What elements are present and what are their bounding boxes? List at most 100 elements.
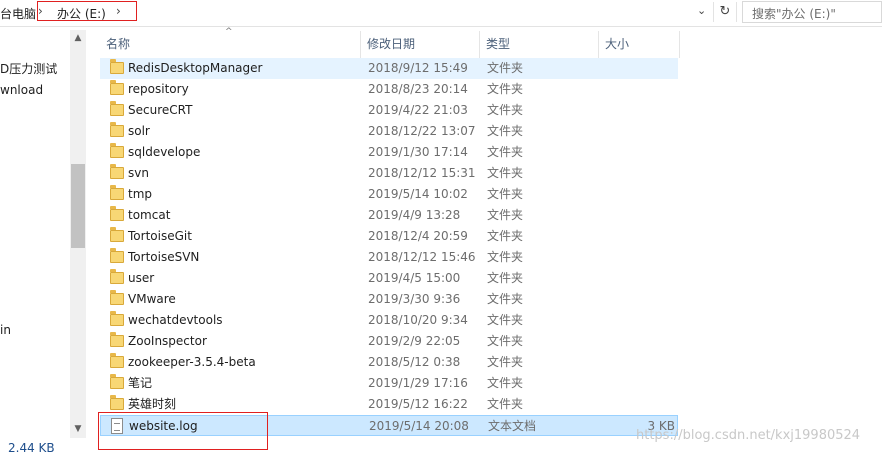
file-name: TortoiseGit (128, 229, 192, 243)
file-type: 文件夹 (487, 82, 524, 96)
file-size (600, 373, 674, 394)
file-name: RedisDesktopManager (128, 61, 263, 75)
file-type: 文件夹 (487, 208, 524, 222)
file-name: 笔记 (128, 376, 153, 390)
table-row[interactable]: ZooInspector 2019/2/9 22:05 文件夹 (100, 331, 678, 352)
folder-icon (110, 164, 124, 179)
folder-icon (110, 185, 124, 200)
breadcrumb-chevron-icon[interactable]: › (38, 4, 43, 18)
file-type: 文件夹 (487, 250, 524, 264)
table-row[interactable]: VMware 2019/3/30 9:36 文件夹 (100, 289, 678, 310)
table-row[interactable]: svn 2018/12/12 15:31 文件夹 (100, 163, 678, 184)
table-row[interactable]: tmp 2019/5/14 10:02 文件夹 (100, 184, 678, 205)
file-type: 文件夹 (487, 313, 524, 327)
file-date: 2018/10/20 9:34 (368, 313, 468, 327)
file-name: SecureCRT (128, 103, 193, 117)
folder-icon (110, 311, 124, 326)
file-size (600, 268, 674, 289)
file-date: 2019/4/22 21:03 (368, 103, 468, 117)
table-row[interactable]: RedisDesktopManager 2018/9/12 15:49 文件夹 (100, 58, 678, 79)
sort-ascending-icon: ^ (225, 27, 233, 37)
scroll-up-icon[interactable]: ▲ (70, 30, 86, 46)
file-size (600, 205, 674, 226)
nav-item[interactable]: wnload (0, 83, 68, 97)
column-header-size[interactable]: 大小 (599, 31, 680, 58)
file-type: 文件夹 (487, 166, 524, 180)
folder-icon (110, 122, 124, 137)
table-row[interactable]: sqldevelope 2019/1/30 17:14 文件夹 (100, 142, 678, 163)
refresh-icon[interactable]: ↻ (713, 2, 737, 22)
file-date: 2018/12/12 15:31 (368, 166, 476, 180)
file-date: 2019/1/29 17:16 (368, 376, 468, 390)
folder-icon (110, 227, 124, 242)
file-date: 2018/12/22 13:07 (368, 124, 476, 138)
file-name: solr (128, 124, 150, 138)
nav-item[interactable]: D压力测试 (0, 60, 68, 77)
file-date: 2018/5/12 0:38 (368, 355, 461, 369)
file-size (600, 394, 674, 415)
file-date: 2019/4/5 15:00 (368, 271, 461, 285)
file-date: 2019/3/30 9:36 (368, 292, 461, 306)
file-date: 2019/4/9 13:28 (368, 208, 461, 222)
status-selected-size: 2.44 KB (8, 441, 55, 455)
folder-icon (110, 143, 124, 158)
breadcrumb-chevron-icon[interactable]: › (116, 4, 121, 18)
folder-icon (110, 59, 124, 74)
file-type: 文件夹 (487, 103, 524, 117)
folder-icon (110, 290, 124, 305)
breadcrumb-drive[interactable]: 办公 (E:) (57, 5, 106, 22)
file-size (600, 79, 674, 100)
file-name: VMware (128, 292, 176, 306)
column-header-date[interactable]: 修改日期 (361, 31, 480, 58)
folder-icon (110, 248, 124, 263)
file-size (600, 163, 674, 184)
file-type: 文件夹 (487, 61, 524, 75)
file-date: 2019/2/9 22:05 (368, 334, 461, 348)
file-size (600, 184, 674, 205)
folder-icon (110, 353, 124, 368)
file-name: tmp (128, 187, 153, 201)
address-dropdown-icon[interactable]: ⌄ (697, 4, 706, 17)
search-placeholder: 搜索"办公 (E:)" (752, 7, 836, 21)
scroll-down-icon[interactable]: ▼ (70, 421, 86, 437)
file-type: 文件夹 (487, 376, 524, 390)
file-type: 文件夹 (487, 397, 524, 411)
file-type: 文本文档 (488, 419, 537, 433)
file-type: 文件夹 (487, 292, 524, 306)
table-row[interactable]: zookeeper-3.5.4-beta 2018/5/12 0:38 文件夹 (100, 352, 678, 373)
table-row[interactable]: tomcat 2019/4/9 13:28 文件夹 (100, 205, 678, 226)
folder-icon (110, 332, 124, 347)
file-type: 文件夹 (487, 334, 524, 348)
table-row[interactable]: repository 2018/8/23 20:14 文件夹 (100, 79, 678, 100)
breadcrumb-this-pc[interactable]: 台电脑 (0, 5, 36, 22)
file-size (600, 289, 674, 310)
table-row[interactable]: solr 2018/12/22 13:07 文件夹 (100, 121, 678, 142)
file-name: tomcat (128, 208, 171, 222)
table-row[interactable]: user 2019/4/5 15:00 文件夹 (100, 268, 678, 289)
file-date: 2019/5/14 10:02 (368, 187, 468, 201)
file-size (600, 58, 674, 79)
folder-icon (110, 374, 124, 389)
folder-icon (110, 101, 124, 116)
table-row[interactable]: wechatdevtools 2018/10/20 9:34 文件夹 (100, 310, 678, 331)
file-type: 文件夹 (487, 271, 524, 285)
file-size (600, 100, 674, 121)
file-type: 文件夹 (487, 124, 524, 138)
column-headers: 名称 修改日期 类型 大小 (100, 31, 680, 58)
table-row[interactable]: TortoiseGit 2018/12/4 20:59 文件夹 (100, 226, 678, 247)
column-header-type[interactable]: 类型 (480, 31, 599, 58)
table-row[interactable]: TortoiseSVN 2018/12/12 15:46 文件夹 (100, 247, 678, 268)
watermark-text: https://blog.csdn.net/kxj19980524 (636, 428, 861, 443)
nav-scrollbar-thumb[interactable] (71, 164, 85, 248)
table-row[interactable]: SecureCRT 2019/4/22 21:03 文件夹 (100, 100, 678, 121)
file-date: 2018/8/23 20:14 (368, 82, 468, 96)
file-date: 2018/12/4 20:59 (368, 229, 468, 243)
file-date: 2019/1/30 17:14 (368, 145, 468, 159)
file-type: 文件夹 (487, 187, 524, 201)
file-size (600, 247, 674, 268)
folder-icon (110, 80, 124, 95)
nav-item[interactable]: in (0, 323, 68, 337)
file-date: 2018/12/12 15:46 (368, 250, 476, 264)
file-size (600, 352, 674, 373)
table-row[interactable]: 笔记 2019/1/29 17:16 文件夹 (100, 373, 678, 394)
